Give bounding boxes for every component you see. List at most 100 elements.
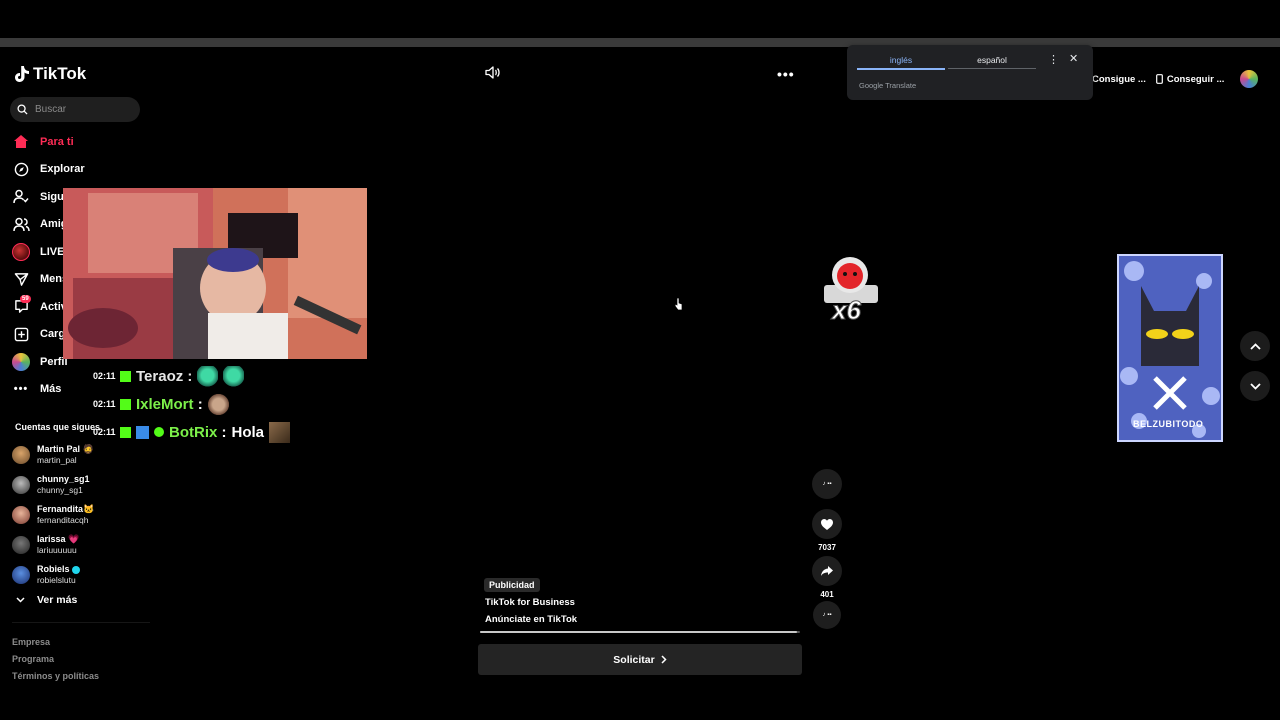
friends-icon bbox=[12, 215, 30, 233]
ad-account-name[interactable]: TikTok for Business bbox=[485, 597, 575, 608]
chat-user: BotRix : bbox=[169, 423, 227, 441]
avatar bbox=[12, 536, 30, 554]
chat-text: Hola bbox=[231, 423, 265, 441]
account-name: Robiels bbox=[37, 564, 81, 575]
chat-user-name: Teraoz bbox=[136, 367, 184, 385]
translate-source-tab[interactable]: inglés bbox=[857, 55, 945, 70]
get-app-label: Conseguir ... bbox=[1166, 73, 1225, 85]
nav-item-explore[interactable]: Explorar bbox=[12, 156, 152, 184]
chat-message: 02:11 BotRix : Hola bbox=[93, 418, 291, 446]
share-button[interactable] bbox=[812, 556, 842, 586]
verified-icon bbox=[154, 427, 164, 437]
chevron-down-icon bbox=[16, 597, 25, 603]
search-icon bbox=[17, 104, 28, 115]
account-handle: robielslutu bbox=[37, 575, 76, 585]
account-handle: martin_pal bbox=[37, 455, 77, 465]
previous-video-button[interactable] bbox=[1240, 331, 1270, 361]
following-icon bbox=[12, 188, 30, 206]
following-title: Cuentas que sigues bbox=[15, 422, 101, 432]
upload-icon bbox=[12, 325, 30, 343]
account-name: Fernandita🐱 bbox=[37, 504, 95, 514]
footer-links: Empresa Programa Términos y políticas bbox=[12, 634, 99, 685]
next-video-button[interactable] bbox=[1240, 371, 1270, 401]
chat-message: 02:11 IxleMort : bbox=[93, 390, 290, 418]
hand-cursor-icon bbox=[674, 297, 683, 311]
chat-user-name: IxleMort bbox=[136, 395, 194, 413]
nav-label: LIVE bbox=[40, 245, 65, 258]
avatar bbox=[12, 476, 30, 494]
following-account[interactable]: chunny_sg1 chunny_sg1 bbox=[12, 470, 152, 500]
next-video-thumbnail[interactable]: BELZUBITODO bbox=[1117, 254, 1223, 442]
profile-icon bbox=[12, 352, 30, 371]
live-icon bbox=[12, 242, 30, 261]
close-icon[interactable]: ✕ bbox=[1069, 52, 1078, 65]
avatar bbox=[12, 566, 30, 584]
account-handle: lariuuuuuu bbox=[37, 545, 77, 555]
volume-button[interactable] bbox=[485, 66, 500, 84]
webcam-scene bbox=[63, 188, 367, 359]
following-account[interactable]: Robiels robielslutu bbox=[12, 560, 152, 590]
following-list: Martin Pal 🧔 martin_pal chunny_sg1 chunny_… bbox=[12, 440, 152, 590]
stream-chat: 02:11 Teraoz : 02:11 IxleMort : 02:11 Bo… bbox=[93, 362, 291, 446]
get-coins-button[interactable]: Consigue ... bbox=[1092, 74, 1146, 85]
profile-avatar[interactable] bbox=[1240, 70, 1259, 88]
chat-time: 02:11 bbox=[93, 399, 116, 409]
get-app-button[interactable]: Conseguir ... bbox=[1155, 73, 1225, 85]
following-account[interactable]: Fernandita🐱 fernanditacqh bbox=[12, 500, 152, 530]
share-icon bbox=[821, 566, 833, 576]
account-handle: fernanditacqh bbox=[37, 515, 89, 525]
nav-label: Más bbox=[40, 383, 62, 396]
top-actions: Consigue ... Conseguir ... bbox=[1092, 70, 1259, 88]
like-button[interactable] bbox=[812, 509, 842, 539]
translate-popup: inglés español ⋮ ✕ Google Translate bbox=[847, 45, 1093, 100]
avatar bbox=[12, 446, 30, 464]
video-progress-fill bbox=[480, 631, 797, 633]
chevron-down-icon bbox=[1249, 382, 1261, 390]
chat-user: IxleMort : bbox=[136, 395, 203, 413]
footer-link-company[interactable]: Empresa bbox=[12, 634, 99, 651]
emote-icon bbox=[197, 365, 219, 387]
compass-icon bbox=[12, 160, 30, 178]
account-name: Martin Pal 🧔 bbox=[37, 444, 94, 454]
see-more-label: Ver más bbox=[37, 594, 78, 606]
tiktok-note-icon bbox=[15, 66, 29, 82]
avatar bbox=[12, 506, 30, 524]
home-icon bbox=[12, 133, 30, 151]
account-handle: chunny_sg1 bbox=[37, 485, 83, 495]
chat-time: 02:11 bbox=[93, 427, 116, 437]
emote-icon bbox=[207, 393, 229, 415]
search-box[interactable] bbox=[10, 97, 140, 122]
video-progress-bar[interactable] bbox=[480, 631, 800, 633]
share-count: 401 bbox=[820, 590, 834, 599]
nav-label: Explorar bbox=[40, 163, 85, 176]
thumbnail-caption: BELZUBITODO bbox=[1133, 419, 1204, 429]
nav-item-for-you[interactable]: Para ti bbox=[12, 128, 152, 156]
following-account[interactable]: larissa 💗 lariuuuuuu bbox=[12, 530, 152, 560]
footer-link-terms[interactable]: Términos y políticas bbox=[12, 668, 99, 685]
account-name: larissa 💗 bbox=[37, 534, 80, 544]
combo-multiplier: x6 bbox=[832, 295, 862, 326]
translate-target-tab[interactable]: español bbox=[948, 55, 1036, 69]
see-more-button[interactable]: Ver más bbox=[16, 594, 77, 606]
tiktok-logo[interactable]: TikTok bbox=[14, 64, 86, 84]
chevron-up-icon bbox=[1249, 342, 1261, 350]
kick-icon bbox=[120, 370, 131, 382]
footer-link-program[interactable]: Programa bbox=[12, 651, 99, 668]
heart-icon bbox=[821, 518, 833, 530]
creator-avatar-button[interactable]: ♪ ▪▪ bbox=[812, 469, 842, 499]
gift-combo-overlay: x6 bbox=[820, 255, 882, 327]
kick-icon bbox=[120, 398, 131, 410]
get-coins-label: Consigue ... bbox=[1092, 73, 1146, 85]
activity-icon: 59 bbox=[12, 294, 31, 316]
cta-button[interactable]: Solicitar bbox=[478, 644, 802, 675]
nav-label: Para ti bbox=[40, 135, 74, 148]
sound-disc-button[interactable]: ♪ ▪▪ bbox=[813, 601, 841, 629]
more-options-icon[interactable]: ••• bbox=[777, 66, 795, 82]
translate-menu-icon[interactable]: ⋮ bbox=[1048, 53, 1059, 66]
account-name-text: Robiels bbox=[37, 564, 70, 574]
search-input[interactable] bbox=[35, 104, 130, 115]
verified-icon bbox=[72, 565, 81, 574]
phone-icon bbox=[1155, 74, 1163, 84]
ad-badge: Publicidad bbox=[484, 578, 540, 592]
kick-icon bbox=[120, 426, 131, 438]
